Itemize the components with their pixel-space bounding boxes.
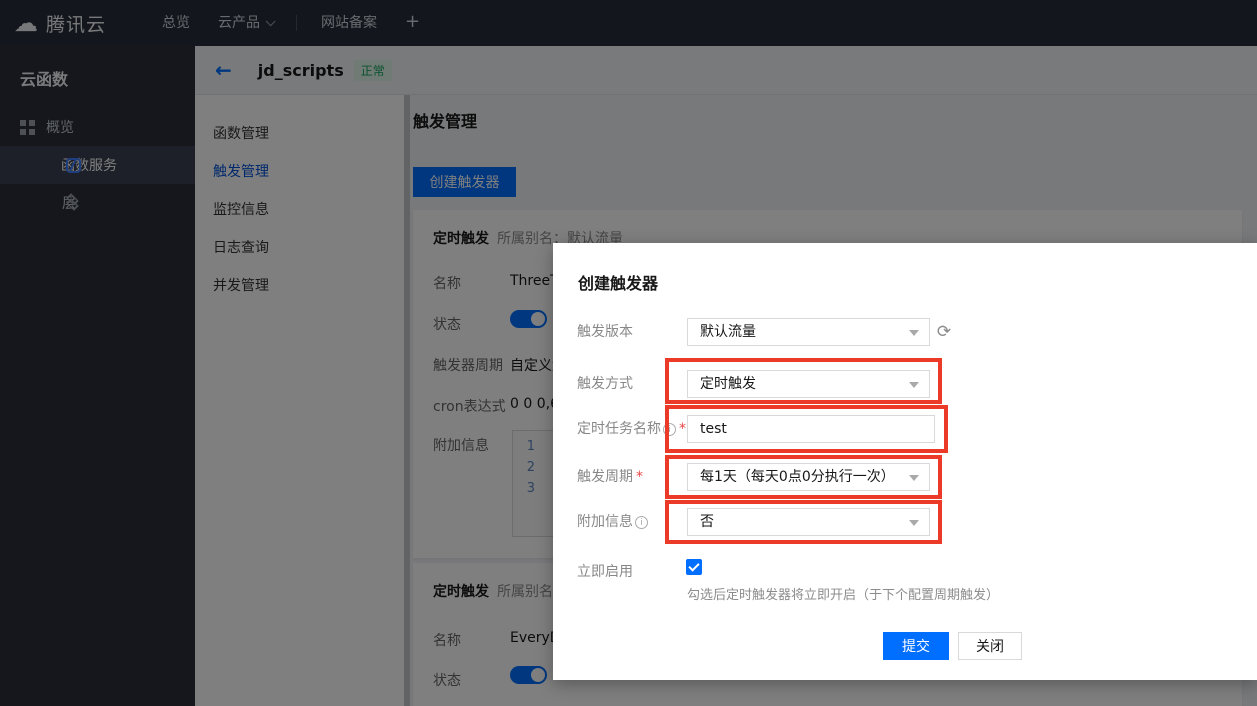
task-name-input[interactable] <box>687 415 935 443</box>
chevron-down-icon <box>909 330 919 336</box>
chevron-down-icon <box>909 382 919 388</box>
refresh-icon[interactable]: ⟳ <box>933 321 955 343</box>
enable-now-helper-text: 勾选后定时触发器将立即开启（于下个配置周期触发） <box>687 584 999 603</box>
required-asterisk: * <box>679 421 686 437</box>
info-icon[interactable]: i <box>663 423 676 436</box>
close-button[interactable]: 关闭 <box>958 632 1022 660</box>
field-trigger-type: 触发方式 定时触发 <box>553 370 1257 398</box>
trigger-period-select[interactable]: 每1天（每天0点0分执行一次） <box>687 463 930 491</box>
trigger-type-value: 定时触发 <box>700 376 756 392</box>
field-trigger-period: 触发周期* 每1天（每天0点0分执行一次） <box>553 463 1257 491</box>
create-trigger-dialog: 创建触发器 触发版本 默认流量 ⟳ 触发方式 定时触发 定时任务名称i* <box>553 243 1257 680</box>
info-icon[interactable]: i <box>635 516 648 529</box>
enable-now-checkbox[interactable] <box>686 559 702 575</box>
chevron-down-icon <box>909 475 919 481</box>
field-task-name: 定时任务名称i* <box>553 415 1257 443</box>
task-name-label-text: 定时任务名称 <box>577 421 661 437</box>
task-name-label: 定时任务名称i* <box>577 415 686 443</box>
field-enable-now: 立即启用 <box>553 558 1257 586</box>
dialog-title: 创建触发器 <box>578 270 658 294</box>
attach-info-select[interactable]: 否 <box>687 508 930 536</box>
trigger-period-label-text: 触发周期 <box>577 469 633 485</box>
trigger-period-value: 每1天（每天0点0分执行一次） <box>700 469 895 485</box>
app-screen: ☁ 腾讯云 总览 云产品 网站备案 + 云函数 概览 函数服务 层 ← jd_s… <box>0 0 1257 706</box>
enable-now-label: 立即启用 <box>577 558 633 586</box>
trigger-period-label: 触发周期* <box>577 463 643 491</box>
trigger-version-value: 默认流量 <box>700 324 756 340</box>
attach-info-label: 附加信息i <box>577 508 648 536</box>
chevron-down-icon <box>909 520 919 526</box>
trigger-version-label: 触发版本 <box>577 318 633 346</box>
attach-info-value: 否 <box>700 514 714 530</box>
submit-button[interactable]: 提交 <box>883 632 949 660</box>
trigger-type-select[interactable]: 定时触发 <box>687 370 930 398</box>
attach-info-label-text: 附加信息 <box>577 514 633 530</box>
trigger-type-label: 触发方式 <box>577 370 633 398</box>
field-trigger-version: 触发版本 默认流量 ⟳ <box>553 318 1257 346</box>
required-asterisk: * <box>636 469 643 485</box>
trigger-version-select[interactable]: 默认流量 <box>687 318 930 346</box>
field-attach-info: 附加信息i 否 <box>553 508 1257 536</box>
